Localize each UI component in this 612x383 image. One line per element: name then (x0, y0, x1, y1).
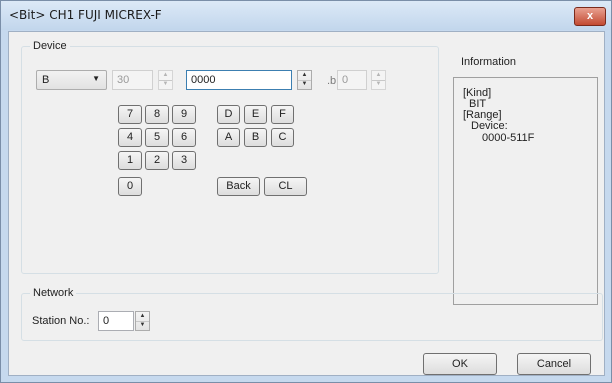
bit-field: 0 (337, 70, 367, 90)
bit-value: 0 (342, 74, 349, 86)
information-panel: [Kind] BIT [Range] Device: 0000-511F (453, 77, 598, 305)
key-6[interactable]: 6 (172, 128, 196, 147)
key-e[interactable]: E (244, 105, 267, 124)
device-group-label: Device (30, 40, 70, 52)
key-9[interactable]: 9 (172, 105, 196, 124)
key-f[interactable]: F (271, 105, 294, 124)
information-title: Information (461, 56, 517, 68)
close-button[interactable]: x (574, 7, 606, 26)
spin-down-icon[interactable]: ▼ (298, 80, 311, 89)
station-number-value: 0 (103, 315, 110, 327)
key-0[interactable]: 0 (118, 177, 142, 196)
key-2[interactable]: 2 (145, 151, 169, 170)
address-spinner[interactable]: ▲ ▼ (297, 70, 312, 90)
station-number-label: Station No.: (32, 315, 90, 327)
address-input[interactable]: 0000 (186, 70, 292, 90)
address-value: 0000 (191, 74, 216, 86)
chevron-down-icon: ▼ (92, 74, 100, 83)
spin-down-icon: ▼ (375, 81, 382, 87)
key-4[interactable]: 4 (118, 128, 142, 147)
back-button[interactable]: Back (217, 177, 260, 196)
channel-field: 30 (112, 70, 153, 90)
key-b[interactable]: B (244, 128, 267, 147)
dialog-window: <Bit> CH1 FUJI MICREX-F x Device B ▼ 30 … (0, 0, 612, 383)
title-bar[interactable]: <Bit> CH1 FUJI MICREX-F x (1, 1, 611, 30)
key-8[interactable]: 8 (145, 105, 169, 124)
dialog-body: Device B ▼ 30 ▲ ▼ 0000 ▲ ▼ .b 0 ▲ ▼ 7 8 … (8, 31, 605, 376)
key-7[interactable]: 7 (118, 105, 142, 124)
spin-down-icon[interactable]: ▼ (136, 321, 149, 330)
key-1[interactable]: 1 (118, 151, 142, 170)
spin-down-icon: ▼ (162, 81, 169, 87)
device-type-value: B (42, 74, 50, 86)
device-type-dropdown[interactable]: B ▼ (36, 70, 107, 90)
channel-spinner: ▲ ▼ (158, 70, 173, 90)
channel-value: 30 (117, 74, 130, 86)
cancel-button[interactable]: Cancel (517, 353, 591, 375)
key-d[interactable]: D (217, 105, 240, 124)
bit-separator-label: .b (327, 75, 337, 87)
bit-spinner: ▲ ▼ (371, 70, 386, 90)
info-device-range: 0000-511F (482, 132, 535, 144)
network-group-label: Network (30, 287, 77, 299)
key-c[interactable]: C (271, 128, 294, 147)
window-title: <Bit> CH1 FUJI MICREX-F (9, 8, 162, 22)
station-number-spinner[interactable]: ▲ ▼ (135, 311, 150, 331)
key-5[interactable]: 5 (145, 128, 169, 147)
ok-button[interactable]: OK (423, 353, 497, 375)
key-3[interactable]: 3 (172, 151, 196, 170)
info-device-label: Device: (471, 120, 508, 132)
key-a[interactable]: A (217, 128, 240, 147)
station-number-input[interactable]: 0 (98, 311, 134, 331)
clear-button[interactable]: CL (264, 177, 307, 196)
